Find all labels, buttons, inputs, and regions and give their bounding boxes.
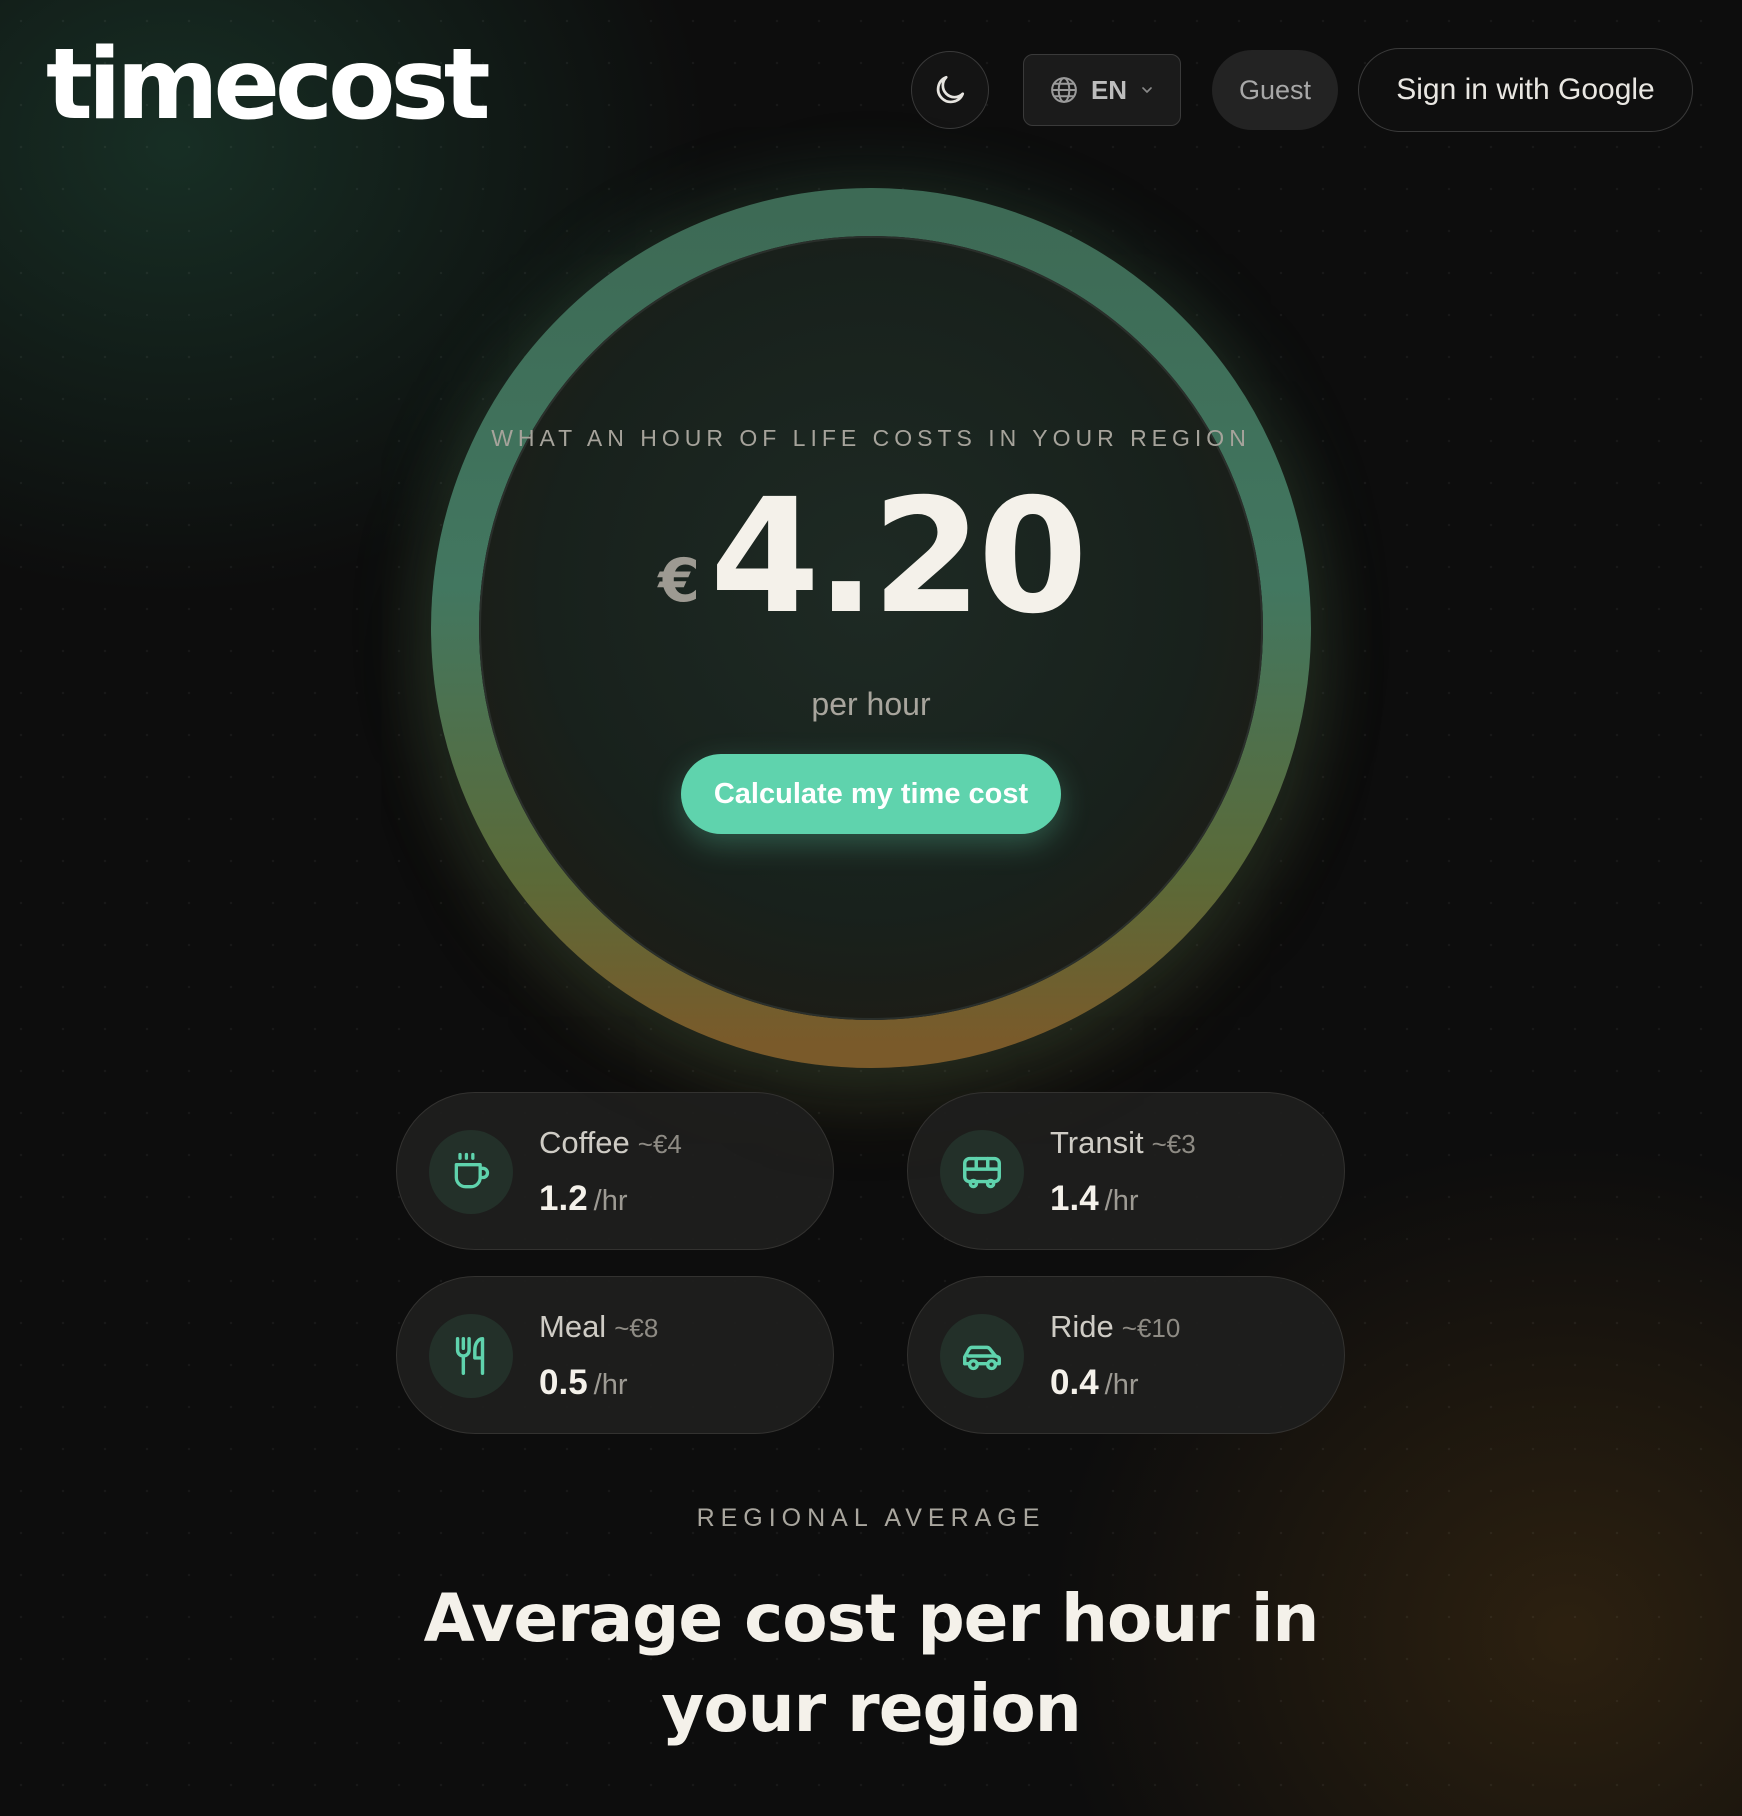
chevron-down-icon: [1142, 87, 1152, 93]
card-rate-line: 0.5/hr: [539, 1363, 628, 1403]
language-select[interactable]: EN: [1023, 54, 1181, 126]
card-rate: 1.4: [1050, 1179, 1099, 1218]
car-icon: [963, 1345, 1001, 1371]
coffee-cup-icon: [454, 1152, 490, 1189]
calculate-time-cost-button[interactable]: Calculate my time cost: [681, 754, 1061, 834]
card-label-line: Ride ~€10: [1050, 1309, 1180, 1345]
hero: WHAT AN HOUR OF LIFE COSTS IN YOUR REGIO…: [431, 188, 1311, 1068]
globe-icon: [1051, 77, 1077, 103]
comparison-card-transit: Transit ~€3 1.4/hr: [907, 1092, 1345, 1250]
comparison-card-meal: Meal ~€8 0.5/hr: [396, 1276, 834, 1434]
card-label-line: Meal ~€8: [539, 1309, 658, 1345]
section-title: Average cost per hour in your region: [423, 1580, 1320, 1747]
card-label: Ride: [1050, 1309, 1114, 1344]
card-rate-line: 1.2/hr: [539, 1179, 628, 1219]
hero-price: € 4.20: [431, 478, 1311, 636]
fork-knife-icon: [455, 1337, 485, 1375]
hero-kicker: WHAT AN HOUR OF LIFE COSTS IN YOUR REGIO…: [491, 425, 1251, 451]
card-rate-unit: /hr: [1104, 1185, 1139, 1217]
card-rate-line: 0.4/hr: [1050, 1363, 1139, 1403]
card-label: Meal: [539, 1309, 607, 1344]
comparison-card-ride: Ride ~€10 0.4/hr: [907, 1276, 1345, 1434]
hero-value: 4.20: [709, 465, 1088, 649]
card-rate-unit: /hr: [593, 1369, 628, 1401]
card-rate-unit: /hr: [1104, 1369, 1139, 1401]
card-price: ~€10: [1121, 1313, 1181, 1343]
card-rate-line: 1.4/hr: [1050, 1179, 1139, 1219]
card-rate: 0.4: [1050, 1363, 1099, 1402]
guest-button[interactable]: Guest: [1212, 50, 1338, 130]
card-label-line: Transit ~€3: [1050, 1125, 1196, 1161]
card-label: Coffee: [539, 1125, 630, 1160]
hero-currency: €: [658, 546, 700, 616]
card-rate: 1.2: [539, 1179, 588, 1218]
hero-unit: per hour: [811, 686, 931, 722]
card-icon-badge: [940, 1314, 1024, 1398]
section-kicker: REGIONAL AVERAGE: [696, 1504, 1046, 1532]
theme-toggle-button[interactable]: [911, 51, 989, 129]
card-label-line: Coffee ~€4: [539, 1125, 682, 1161]
card-icon-badge: [940, 1130, 1024, 1214]
card-price: ~€4: [637, 1129, 682, 1159]
card-price: ~€3: [1151, 1129, 1196, 1159]
page: timecost EN Guest Sign in with Google WH…: [0, 0, 1742, 1816]
moon-icon: [936, 75, 965, 104]
card-icon-badge: [429, 1314, 513, 1398]
language-select-value: EN: [1090, 74, 1128, 105]
card-rate: 0.5: [539, 1363, 588, 1402]
card-label: Transit: [1050, 1125, 1144, 1160]
card-rate-unit: /hr: [593, 1185, 628, 1217]
sign-in-google-button[interactable]: Sign in with Google: [1358, 48, 1693, 132]
card-price: ~€8: [614, 1313, 659, 1343]
bus-icon: [963, 1156, 1001, 1189]
comparison-card-coffee: Coffee ~€4 1.2/hr: [396, 1092, 834, 1250]
logo[interactable]: timecost: [46, 36, 491, 134]
card-icon-badge: [429, 1130, 513, 1214]
